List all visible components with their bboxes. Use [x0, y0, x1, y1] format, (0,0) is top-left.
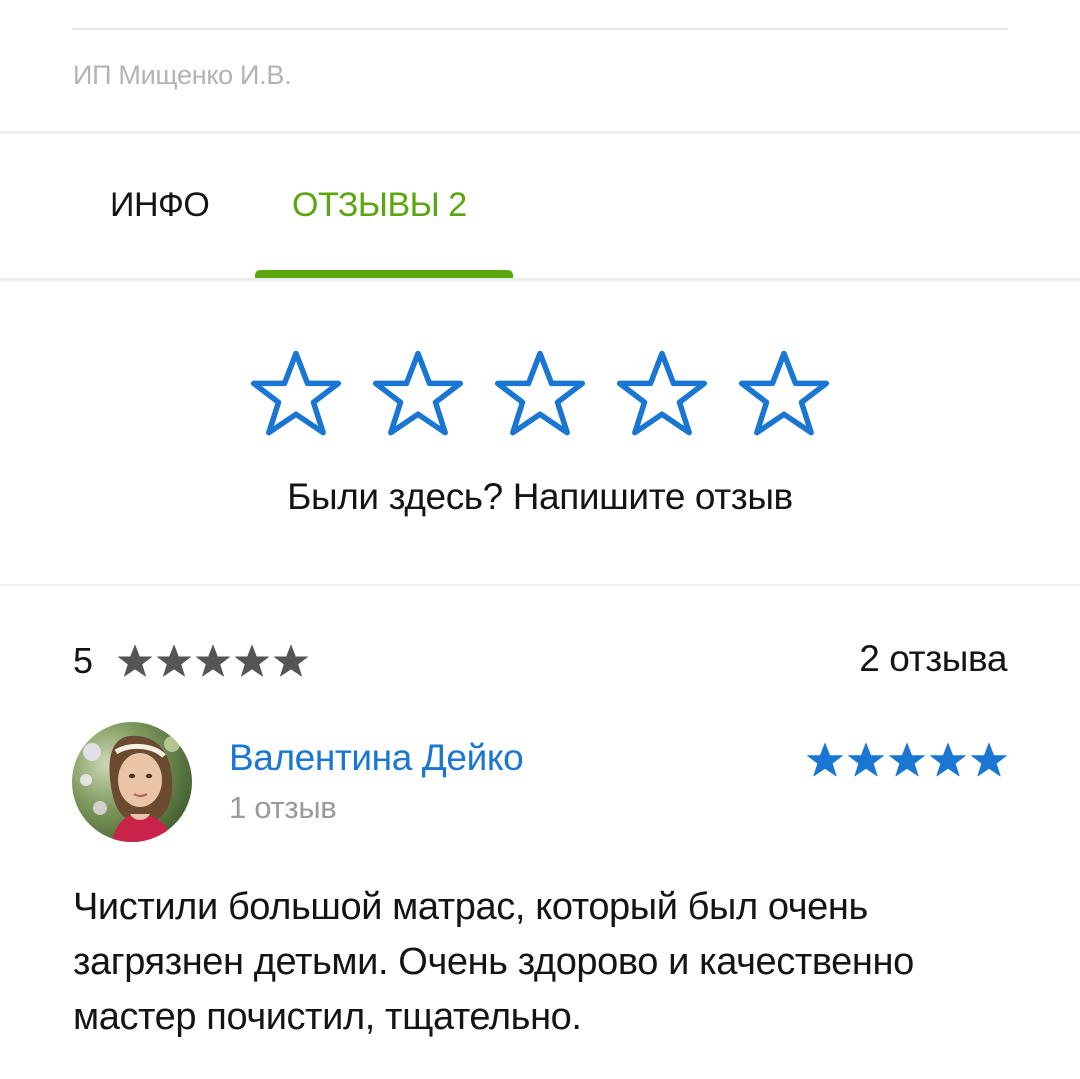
top-divider [72, 28, 1008, 30]
review-author-name[interactable]: Валентина Дейко [229, 737, 524, 779]
star-filled-icon [806, 741, 844, 779]
tab-reviews[interactable]: ОТЗЫВЫ 2 [292, 186, 467, 225]
star-outline-icon[interactable] [494, 348, 586, 440]
user-photo-avatar[interactable] [72, 722, 192, 842]
author-review-count: 1 отзыв [229, 790, 337, 825]
tabs-divider [0, 278, 1080, 282]
star-outline-icon[interactable] [372, 348, 464, 440]
star-filled-icon [195, 643, 231, 679]
star-filled-icon [156, 643, 192, 679]
star-filled-icon [234, 643, 270, 679]
review-count: 2 отзыва [859, 638, 1007, 679]
star-filled-icon [970, 741, 1008, 779]
star-filled-icon [847, 741, 885, 779]
star-outline-icon[interactable] [250, 348, 342, 440]
rate-stars [250, 348, 830, 440]
review-rating-stars [806, 741, 1008, 779]
star-filled-icon [273, 643, 309, 679]
review-text: Чистили большой матрас, который был очен… [73, 886, 914, 1038]
star-filled-icon [929, 741, 967, 779]
star-filled-icon [117, 643, 153, 679]
star-outline-icon[interactable] [738, 348, 830, 440]
company-name: ИП Мищенко И.В. [73, 60, 292, 90]
write-review-prompt[interactable]: Были здесь? Напишите отзыв [0, 476, 1080, 518]
average-rating: 5 [73, 640, 94, 681]
average-rating-stars [117, 643, 309, 679]
tab-bar: ИНФО ОТЗЫВЫ 2 [0, 134, 1080, 280]
user-photo-avatar-image [72, 722, 192, 842]
star-filled-icon [888, 741, 926, 779]
star-outline-icon[interactable] [616, 348, 708, 440]
tab-info[interactable]: ИНФО [110, 186, 210, 225]
section-divider [0, 584, 1080, 586]
